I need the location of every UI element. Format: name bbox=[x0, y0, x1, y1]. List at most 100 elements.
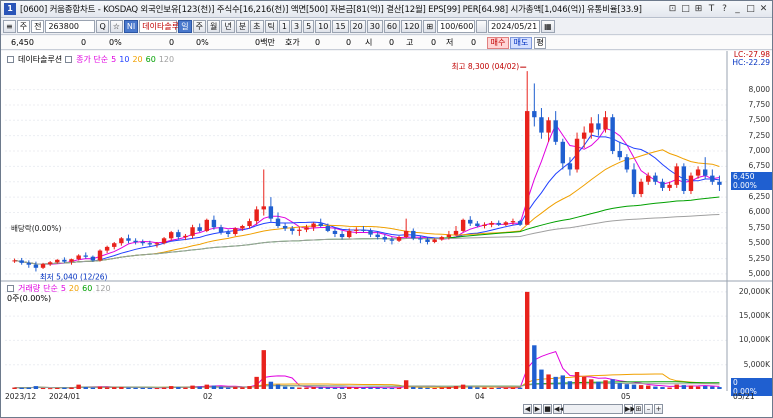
scroll-start-button[interactable]: ◀◀ bbox=[553, 403, 565, 414]
help-icon[interactable]: ? bbox=[719, 3, 730, 15]
brand-badge: NI bbox=[123, 20, 139, 33]
interval-30[interactable]: 30 bbox=[366, 20, 383, 33]
interval-20[interactable]: 20 bbox=[349, 20, 366, 33]
period-type-select[interactable]: 주 bbox=[16, 20, 31, 33]
legend-ma-checkbox[interactable] bbox=[65, 56, 73, 63]
candle bbox=[710, 175, 715, 182]
candle bbox=[247, 221, 252, 226]
legend-checkbox[interactable] bbox=[7, 56, 14, 63]
x-tick-05: 05 bbox=[621, 392, 631, 401]
candle bbox=[653, 175, 658, 182]
volume-bar bbox=[596, 381, 601, 389]
legend-ma-20: 20 bbox=[132, 55, 143, 64]
volume-bar bbox=[560, 375, 566, 389]
minimize-button[interactable]: _ bbox=[732, 3, 743, 15]
volume-bar bbox=[574, 372, 580, 389]
vol-legend-ma-20: 20 bbox=[68, 284, 80, 293]
close-button[interactable]: ✕ bbox=[758, 3, 769, 15]
grid-toggle-icon[interactable]: ⊞ bbox=[423, 20, 437, 33]
candle bbox=[225, 232, 231, 234]
interval-120[interactable]: 120 bbox=[401, 20, 423, 33]
candle bbox=[147, 243, 153, 245]
volume-bar bbox=[660, 387, 665, 389]
scroll-left-button[interactable]: ◀ bbox=[523, 403, 532, 414]
volume-bar bbox=[354, 387, 359, 389]
candle bbox=[674, 166, 679, 185]
period-tick-button[interactable]: 틱 bbox=[264, 20, 278, 33]
candle bbox=[83, 255, 88, 257]
interval-5[interactable]: 5 bbox=[303, 20, 315, 33]
candle bbox=[126, 238, 131, 241]
interval-10[interactable]: 10 bbox=[315, 20, 332, 33]
period-week-button[interactable]: 주 bbox=[192, 20, 207, 33]
volume-bar bbox=[510, 387, 516, 389]
candle bbox=[76, 255, 81, 260]
maximize-button[interactable]: □ bbox=[745, 3, 756, 15]
period-day-button[interactable]: 일 bbox=[178, 20, 192, 33]
fix-checkbox[interactable] bbox=[476, 20, 488, 33]
candle bbox=[346, 230, 352, 238]
menu-icon[interactable]: ≡ bbox=[3, 20, 16, 33]
candle bbox=[311, 223, 316, 228]
candle bbox=[290, 228, 295, 231]
star-icon[interactable]: ☆ bbox=[109, 20, 123, 33]
candle bbox=[510, 221, 516, 223]
count-input[interactable]: 100/600 bbox=[437, 20, 476, 33]
grid-icon[interactable]: ⊞ bbox=[693, 3, 704, 15]
stop-button[interactable]: ■ bbox=[543, 403, 552, 414]
vol-legend-checkbox[interactable] bbox=[7, 285, 14, 292]
scroll-end-button[interactable]: ▶▶ bbox=[624, 403, 636, 414]
volume-value: 0 bbox=[169, 38, 175, 47]
sell-button[interactable]: 매도 bbox=[510, 37, 532, 49]
calendar-icon[interactable]: ▦ bbox=[541, 20, 555, 33]
chart-canvas[interactable]: 최고 8,300 (04/02) 최저 5,040 (12/26) 배당락(0.00… bbox=[1, 51, 772, 403]
stock-name-field: 데이타솔루 bbox=[139, 20, 179, 33]
period-year-button[interactable]: 년 bbox=[221, 20, 235, 33]
scroll-track[interactable] bbox=[563, 403, 623, 414]
volume-pct: 0% bbox=[196, 38, 209, 47]
volume-bar bbox=[119, 386, 124, 389]
period-second-button[interactable]: 초 bbox=[250, 20, 264, 33]
interval-3[interactable]: 3 bbox=[290, 20, 303, 33]
font-icon[interactable]: T bbox=[706, 3, 717, 15]
legend-ma-label: 종가 단순 bbox=[76, 55, 109, 64]
interval-15[interactable]: 15 bbox=[332, 20, 349, 33]
volume-bar bbox=[717, 387, 722, 389]
price-change-pct: 0% bbox=[109, 38, 122, 47]
zoom-in-button[interactable]: + bbox=[654, 403, 663, 414]
period-month-button[interactable]: 월 bbox=[207, 20, 221, 33]
price-tick-label: 7,750 bbox=[748, 99, 770, 109]
candle bbox=[446, 234, 452, 238]
stock-code-input[interactable]: 263800 bbox=[45, 20, 96, 33]
vol-legend-ma-120: 120 bbox=[95, 284, 111, 293]
chart-area[interactable]: 최고 8,300 (04/02) 최저 5,040 (12/26) 배당락(0.00… bbox=[1, 51, 772, 417]
ma-10-line bbox=[14, 134, 720, 265]
volume-bar bbox=[168, 386, 174, 389]
last-pct-badge: 0.00% bbox=[731, 181, 772, 190]
candle bbox=[55, 259, 60, 263]
link-icon[interactable]: ⊡ bbox=[667, 3, 678, 15]
interval-1[interactable]: 1 bbox=[278, 20, 290, 33]
zoom-out-button[interactable]: – bbox=[644, 403, 653, 414]
candle bbox=[681, 166, 687, 191]
screen-icon[interactable]: □ bbox=[680, 3, 691, 15]
candle bbox=[268, 206, 274, 219]
interval-60[interactable]: 60 bbox=[383, 20, 401, 33]
volume-bar bbox=[346, 387, 352, 389]
search-icon[interactable]: Q bbox=[96, 20, 109, 33]
compare-select[interactable]: 전 bbox=[31, 20, 45, 33]
period-minute-button[interactable]: 분 bbox=[235, 20, 250, 33]
candle bbox=[282, 225, 288, 229]
volume-bar bbox=[396, 387, 402, 389]
candle bbox=[176, 232, 181, 238]
balance-button[interactable]: 평 bbox=[534, 37, 546, 49]
buy-button[interactable]: 매수 bbox=[487, 37, 509, 49]
open-label: 시 bbox=[365, 38, 373, 47]
candle bbox=[667, 184, 672, 188]
price-tick-label: 6,250 bbox=[748, 192, 770, 202]
date-input[interactable]: 2024/05/21 bbox=[488, 20, 541, 33]
zoom-fit-button[interactable]: ⊞ bbox=[634, 403, 643, 414]
candle bbox=[418, 238, 423, 240]
scroll-right-button[interactable]: ▶ bbox=[533, 403, 542, 414]
volume-tick-label: 15,000K bbox=[738, 311, 770, 321]
